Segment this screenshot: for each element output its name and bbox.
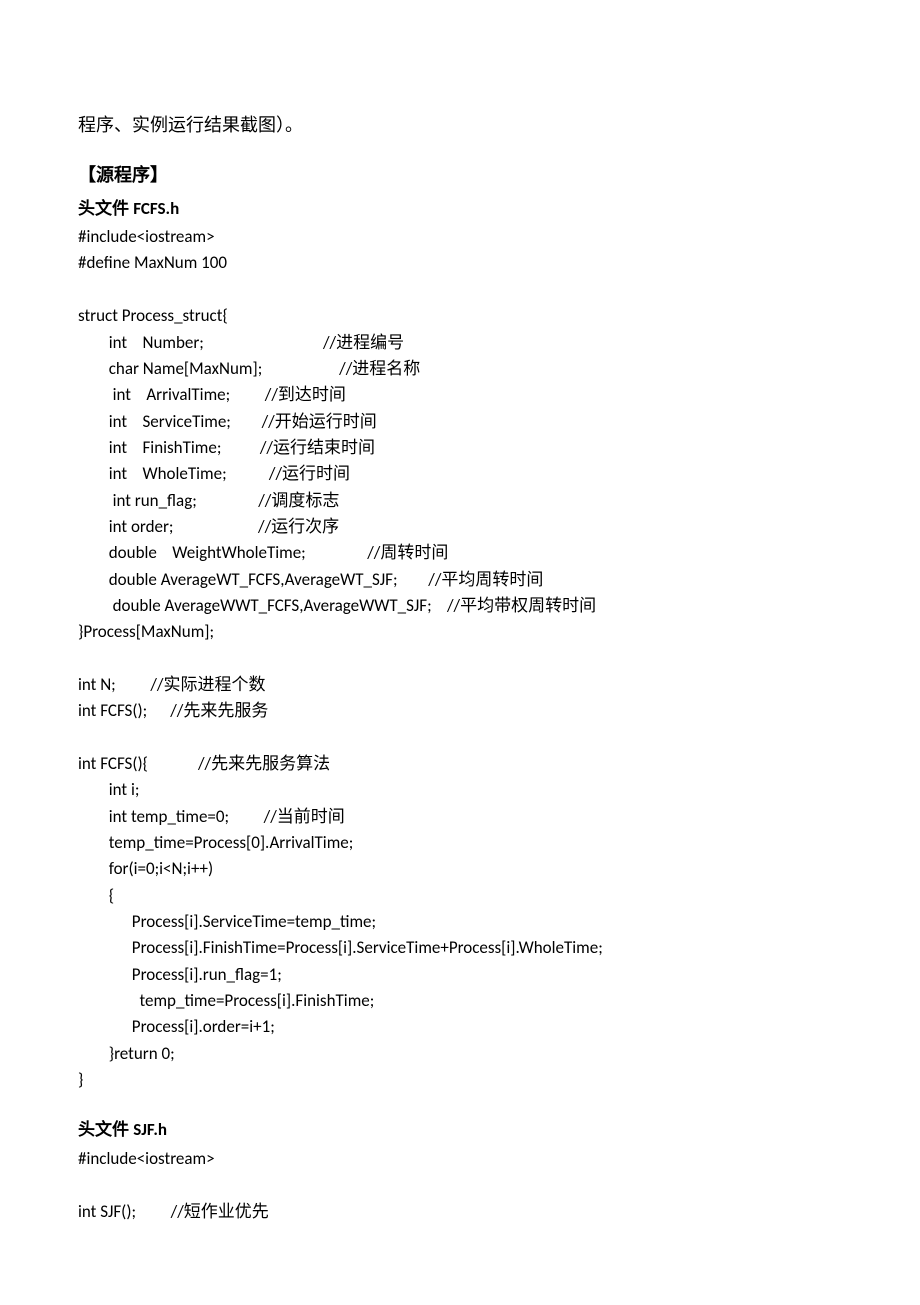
fcfs-header-en: FCFS.h <box>133 198 179 219</box>
fcfs-header-heading: 头文件 FCFS.h <box>78 196 842 222</box>
sjf-header-heading: 头文件 SJF.h <box>78 1117 842 1143</box>
source-code-heading: 【源程序】 <box>78 162 842 190</box>
sjf-code-block: #include<iostream> int SJF(); //短作业优先 <box>78 1146 842 1225</box>
fcfs-code-block: #include<iostream> #define MaxNum 100 st… <box>78 224 842 1093</box>
document-page: 程序、实例运行结果截图）。 【源程序】 头文件 FCFS.h #include<… <box>0 0 920 1305</box>
sjf-header-en: SJF.h <box>133 1119 167 1140</box>
intro-text: 程序、实例运行结果截图）。 <box>78 112 842 140</box>
section-spacer <box>78 1093 842 1117</box>
fcfs-header-cn: 头文件 <box>78 199 133 218</box>
sjf-header-cn: 头文件 <box>78 1120 133 1139</box>
